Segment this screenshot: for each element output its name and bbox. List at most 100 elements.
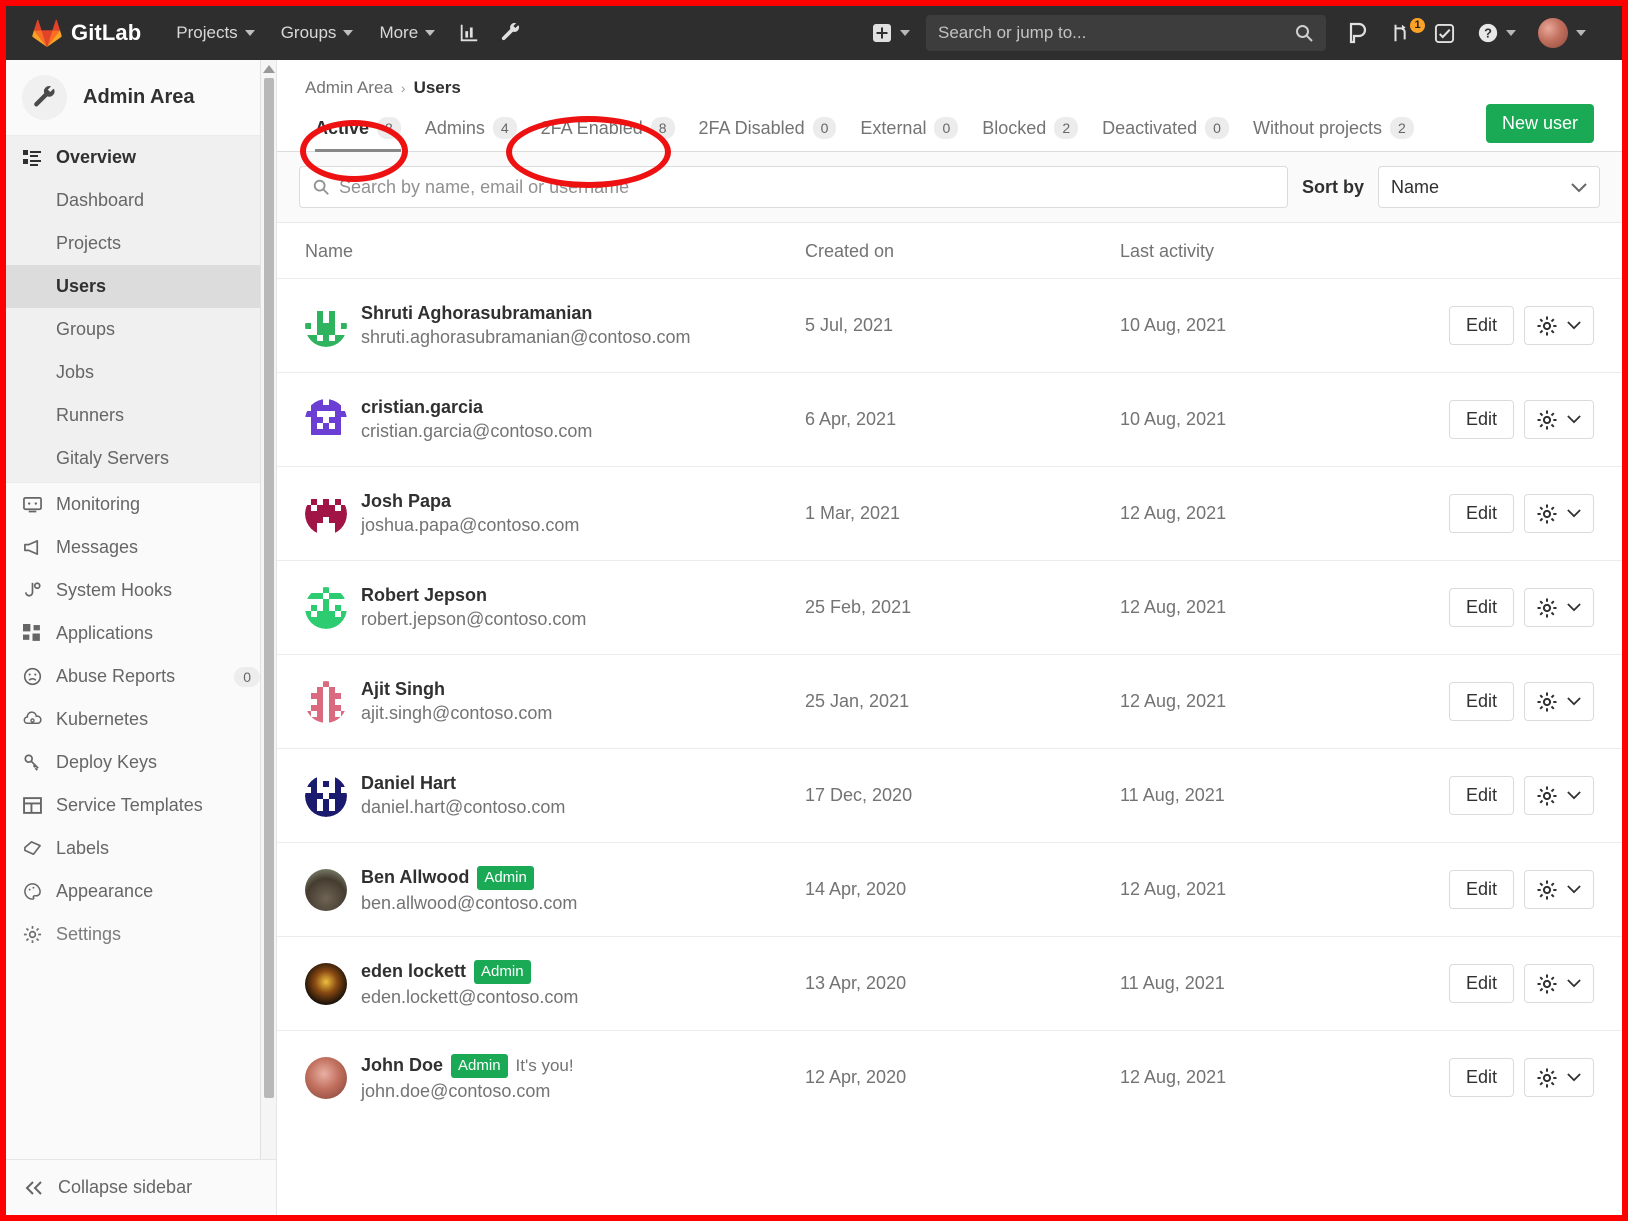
user-email: shruti.aghorasubramanian@contoso.com (361, 327, 691, 347)
tab-external[interactable]: External 0 (848, 117, 970, 151)
sidebar-header[interactable]: Admin Area (6, 60, 276, 136)
user-last-activity: 12 Aug, 2021 (1120, 503, 1227, 523)
edit-button[interactable]: Edit (1448, 682, 1514, 721)
user-name-text: cristian.garcia (361, 397, 484, 417)
sidebar-item-deploy-keys[interactable]: Deploy Keys (6, 741, 276, 784)
edit-button[interactable]: Edit (1448, 776, 1514, 815)
row-settings-dropdown-button[interactable] (1524, 776, 1594, 815)
nav-projects-label: Projects (176, 23, 238, 42)
gitlab-logo-link[interactable]: GitLab (18, 19, 141, 47)
sidebar-item-service-templates[interactable]: Service Templates (6, 784, 276, 827)
sidebar-item-runners[interactable]: Runners (6, 394, 276, 437)
admin-wrench-button[interactable] (490, 16, 532, 50)
sidebar-item-monitoring[interactable]: Monitoring (6, 483, 276, 526)
row-settings-dropdown-button[interactable] (1524, 682, 1594, 721)
row-settings-dropdown-button[interactable] (1524, 494, 1594, 533)
sidebar-item-messages[interactable]: Messages (6, 526, 276, 569)
nav-item-projects[interactable]: Projects (163, 17, 267, 49)
sidebar-item-dashboard[interactable]: Dashboard (6, 179, 276, 222)
analytics-button[interactable] (448, 16, 490, 50)
user-name[interactable]: Ajit Singh (361, 679, 552, 700)
sidebar-projects-label: Projects (56, 233, 122, 253)
row-settings-dropdown-button[interactable] (1524, 588, 1594, 627)
table-row: John Doe Admin It's you! john.doe@contoso.c… (277, 1030, 1622, 1124)
user-menu-button[interactable] (1528, 12, 1596, 54)
user-name[interactable]: eden lockett Admin (361, 959, 578, 984)
sidebar-service-templates-label: Service Templates (56, 795, 203, 815)
kubernetes-icon (22, 710, 42, 730)
user-name[interactable]: Shruti Aghorasubramanian (361, 303, 690, 324)
tab-blocked[interactable]: Blocked 2 (970, 117, 1090, 151)
sidebar-applications-label: Applications (56, 623, 154, 643)
edit-button[interactable]: Edit (1448, 400, 1514, 439)
sidebar-item-settings[interactable]: Settings (6, 913, 276, 956)
users-search-input[interactable] (339, 176, 1275, 198)
search-icon (1296, 25, 1313, 42)
user-name[interactable]: Daniel Hart (361, 773, 565, 794)
edit-button[interactable]: Edit (1448, 1058, 1514, 1097)
user-name[interactable]: cristian.garcia (361, 397, 592, 418)
row-settings-dropdown-button[interactable] (1524, 400, 1594, 439)
user-name[interactable]: Ben Allwood Admin (361, 865, 577, 890)
sidebar-item-jobs[interactable]: Jobs (6, 351, 276, 394)
sort-by-select[interactable]: Name (1378, 166, 1600, 208)
column-header-last-activity: Last activity (1120, 241, 1215, 261)
sidebar-scrollbar[interactable] (260, 60, 276, 1159)
todos-button[interactable] (1424, 17, 1465, 50)
sidebar-messages-label: Messages (56, 537, 139, 557)
sidebar-item-users[interactable]: Users (6, 265, 276, 308)
avatar (1538, 18, 1568, 48)
edit-button[interactable]: Edit (1448, 870, 1514, 909)
breadcrumb-root[interactable]: Admin Area (305, 78, 393, 98)
tab-admins[interactable]: Admins 4 (413, 117, 529, 151)
row-settings-dropdown-button[interactable] (1524, 1058, 1594, 1097)
scrollbar-thumb[interactable] (264, 78, 274, 1098)
chevron-down-icon (1576, 30, 1586, 36)
sidebar-item-applications[interactable]: Applications (6, 612, 276, 655)
tab-2fa-enabled[interactable]: 2FA Enabled 8 (529, 117, 687, 151)
edit-button[interactable]: Edit (1448, 588, 1514, 627)
edit-button[interactable]: Edit (1448, 494, 1514, 533)
user-name[interactable]: John Doe Admin It's you! (361, 1053, 574, 1078)
sidebar-item-overview[interactable]: Overview (6, 136, 276, 179)
users-search-box[interactable] (299, 166, 1288, 208)
sidebar-item-projects[interactable]: Projects (6, 222, 276, 265)
sidebar-overview-section: Overview Dashboard Projects Users Groups… (6, 136, 276, 482)
sidebar-item-abuse-reports[interactable]: Abuse Reports 0 (6, 655, 276, 698)
gear-icon (1537, 692, 1557, 711)
merge-requests-button[interactable]: 1 (1380, 16, 1425, 50)
help-button[interactable]: ? (1467, 16, 1526, 50)
search-input[interactable] (938, 23, 1286, 43)
sidebar-item-groups[interactable]: Groups (6, 308, 276, 351)
tab-deactivated[interactable]: Deactivated 0 (1090, 117, 1241, 151)
tab-active[interactable]: Active 8 (305, 117, 413, 152)
megaphone-icon (22, 538, 42, 558)
gear-icon (1537, 410, 1557, 429)
merge-requests-icon (1394, 24, 1406, 42)
sidebar-item-gitaly-servers[interactable]: Gitaly Servers (6, 437, 276, 480)
row-settings-dropdown-button[interactable] (1524, 870, 1594, 909)
nav-item-more[interactable]: More (366, 17, 448, 49)
row-settings-dropdown-button[interactable] (1524, 964, 1594, 1003)
sidebar-item-system-hooks[interactable]: System Hooks (6, 569, 276, 612)
sidebar-item-appearance[interactable]: Appearance (6, 870, 276, 913)
create-new-button[interactable] (862, 17, 920, 49)
chevron-down-icon (1567, 603, 1581, 612)
new-user-button[interactable]: New user (1485, 104, 1594, 143)
user-name-cell: Shruti Aghorasubramanian shruti.aghorasub… (305, 303, 805, 348)
sidebar-item-kubernetes[interactable]: Kubernetes (6, 698, 276, 741)
user-name[interactable]: Josh Papa (361, 491, 579, 512)
edit-button[interactable]: Edit (1448, 964, 1514, 1003)
nav-item-groups[interactable]: Groups (268, 17, 367, 49)
sidebar-item-labels[interactable]: Labels (6, 827, 276, 870)
edit-button[interactable]: Edit (1448, 306, 1514, 345)
row-settings-dropdown-button[interactable] (1524, 306, 1594, 345)
collapse-sidebar-button[interactable]: Collapse sidebar (6, 1159, 276, 1215)
gear-icon (1537, 316, 1557, 335)
tab-2fa-disabled[interactable]: 2FA Disabled 0 (687, 117, 849, 151)
tab-without-projects[interactable]: Without projects 2 (1241, 117, 1426, 151)
issues-button[interactable] (1338, 16, 1378, 50)
scroll-up-arrow-icon[interactable] (262, 65, 275, 73)
user-name[interactable]: Robert Jepson (361, 585, 586, 606)
global-search-box[interactable] (926, 15, 1326, 51)
